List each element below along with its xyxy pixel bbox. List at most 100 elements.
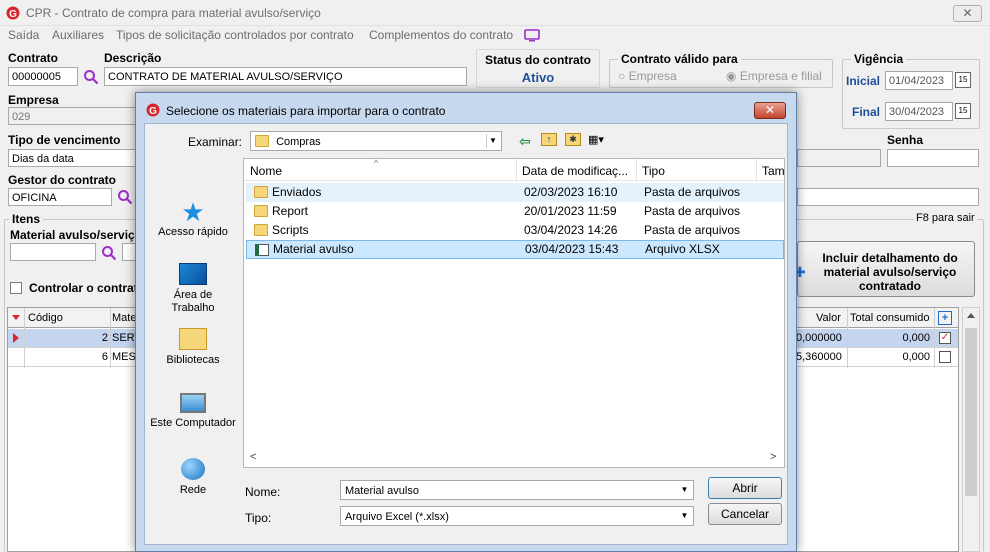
calendar-icon[interactable]: 15 [955, 72, 971, 88]
examinar-dropdown[interactable]: Compras ▼ [250, 131, 502, 151]
up-folder-icon[interactable]: ↑ [541, 133, 557, 146]
new-folder-icon[interactable]: ✱ [565, 133, 581, 146]
list-hscrollbar[interactable]: < > [244, 450, 784, 467]
grid-scrollbar[interactable] [962, 307, 980, 552]
header-total[interactable]: Total consumido [850, 309, 930, 327]
list-item[interactable]: Enviados 02/03/2023 16:10 Pasta de arqui… [246, 183, 784, 202]
file-date: 20/01/2023 11:59 [524, 204, 617, 218]
library-icon [179, 328, 207, 350]
vigencia-title: Vigência [851, 52, 907, 66]
file-date: 03/04/2023 15:43 [525, 242, 619, 256]
title-bar: G CPR - Contrato de compra para material… [0, 0, 990, 26]
column-nome[interactable]: Nome [250, 162, 282, 180]
search-icon[interactable] [83, 69, 99, 85]
place-area-trabalho[interactable]: Área de Trabalho [145, 263, 241, 315]
column-tam[interactable]: Tam [762, 162, 785, 180]
place-rede[interactable]: Rede [145, 458, 241, 496]
menu-tipos-solicitacao[interactable]: Tipos de solicitação controlados por con… [116, 28, 354, 42]
cancelar-button[interactable]: Cancelar [708, 503, 782, 525]
desktop-icon [179, 263, 207, 285]
examinar-value: Compras [276, 136, 321, 148]
grid-col-line [24, 308, 25, 368]
grid-col-line [110, 308, 111, 368]
vencimento-extra-field [797, 149, 881, 167]
senha-field[interactable] [887, 149, 979, 167]
view-menu-icon[interactable]: ▦▾ [588, 133, 614, 147]
dialog-close-button[interactable]: ✕ [754, 102, 786, 119]
row-valor: 0,000000 [796, 332, 842, 344]
file-type: Pasta de arquivos [644, 185, 741, 199]
scroll-right-icon[interactable]: > [770, 451, 776, 463]
header-codigo[interactable]: Código [28, 309, 118, 327]
abrir-button[interactable]: Abrir [708, 477, 782, 499]
descricao-label: Descrição [104, 51, 162, 65]
calendar-icon[interactable]: 15 [955, 103, 971, 119]
column-data[interactable]: Data de modificaç... [522, 162, 634, 180]
radio-empresa-filial[interactable]: ◉ Empresa e filial [726, 69, 822, 83]
senha-label: Senha [887, 133, 924, 147]
list-header: ^ Nome Data de modificaç... Tipo Tam [244, 158, 785, 181]
place-este-computador[interactable]: Este Computador [145, 393, 241, 429]
empresa-label: Empresa [8, 93, 59, 107]
add-column-icon[interactable]: + [938, 311, 952, 325]
empresa-value: 029 [12, 111, 31, 123]
radio-empresa[interactable]: ○ Empresa [618, 69, 677, 83]
vencimento-label: Tipo de vencimento [8, 133, 121, 147]
file-date: 03/04/2023 14:26 [524, 223, 618, 237]
contrato-field[interactable]: 00000005 [8, 67, 78, 86]
sort-arrow-icon [12, 315, 20, 320]
place-bibliotecas[interactable]: Bibliotecas [145, 328, 241, 366]
incluir-detalhamento-button[interactable]: ✚ Incluir detalhamento do material avuls… [794, 241, 975, 297]
controlar-checkbox[interactable] [10, 282, 22, 294]
final-date-field[interactable]: 30/04/2023 [885, 102, 953, 121]
empresa-field[interactable]: 029 [8, 107, 138, 125]
header-valor[interactable]: Valor [816, 309, 841, 327]
file-list[interactable]: ^ Nome Data de modificaç... Tipo Tam Env… [243, 158, 785, 468]
nome-input[interactable]: Material avulso ▼ [340, 480, 694, 500]
descricao-field[interactable]: CONTRATO DE MATERIAL AVULSO/SERVIÇO [104, 67, 467, 86]
material-label: Material avulso/serviç [10, 228, 135, 242]
monitor-icon[interactable] [524, 29, 540, 42]
gestor-field[interactable]: OFICINA [8, 188, 112, 206]
tipo-select[interactable]: Arquivo Excel (*.xlsx) ▼ [340, 506, 694, 526]
file-type: Pasta de arquivos [644, 223, 741, 237]
file-name: Scripts [272, 223, 309, 237]
row-checkbox-checked[interactable]: ✓ [939, 332, 951, 344]
vencimento-field[interactable]: Dias da data [8, 149, 138, 167]
tipo-label: Tipo: [245, 511, 272, 525]
close-button[interactable]: ✕ [953, 5, 982, 22]
scroll-left-icon[interactable]: < [250, 451, 256, 463]
window-title: CPR - Contrato de compra para material a… [26, 6, 321, 20]
place-label: Área de Trabalho [171, 289, 215, 314]
row-checkbox[interactable] [939, 351, 951, 363]
list-item[interactable]: Report 20/01/2023 11:59 Pasta de arquivo… [246, 202, 784, 221]
excel-file-icon [255, 244, 269, 256]
inicial-date-field[interactable]: 01/04/2023 [885, 71, 953, 90]
menu-auxiliares[interactable]: Auxiliares [52, 28, 104, 42]
folder-icon [254, 205, 268, 217]
back-icon[interactable]: ⇦ [519, 133, 531, 150]
network-icon [181, 458, 205, 480]
material-field[interactable] [10, 243, 96, 261]
chevron-down-icon: ▼ [486, 134, 499, 148]
svg-text:G: G [9, 9, 17, 20]
search-icon[interactable] [117, 189, 133, 205]
menu-complementos[interactable]: Complementos do contrato [369, 28, 513, 42]
status-group: Status do contrato Ativo [476, 49, 600, 88]
search-icon[interactable] [101, 245, 117, 261]
place-acesso-rapido[interactable]: ★ Acesso rápido [145, 198, 241, 238]
place-label: Bibliotecas [166, 354, 220, 366]
scroll-thumb[interactable] [965, 328, 977, 496]
material-desc-field[interactable] [122, 243, 136, 261]
menu-saida[interactable]: Saída [8, 28, 39, 42]
chevron-down-icon[interactable]: ▼ [678, 509, 691, 523]
gestor-name-field[interactable] [797, 188, 979, 206]
scroll-up-icon[interactable] [967, 313, 975, 318]
chevron-down-icon[interactable]: ▼ [678, 483, 691, 497]
row-total: 0,000 [902, 351, 930, 363]
list-item-selected[interactable]: Material avulso 03/04/2023 15:43 Arquivo… [246, 240, 784, 259]
column-tipo[interactable]: Tipo [642, 162, 665, 180]
list-item[interactable]: Scripts 03/04/2023 14:26 Pasta de arquiv… [246, 221, 784, 240]
inicial-label: Inicial [846, 74, 881, 88]
grid-col-line [847, 308, 848, 368]
